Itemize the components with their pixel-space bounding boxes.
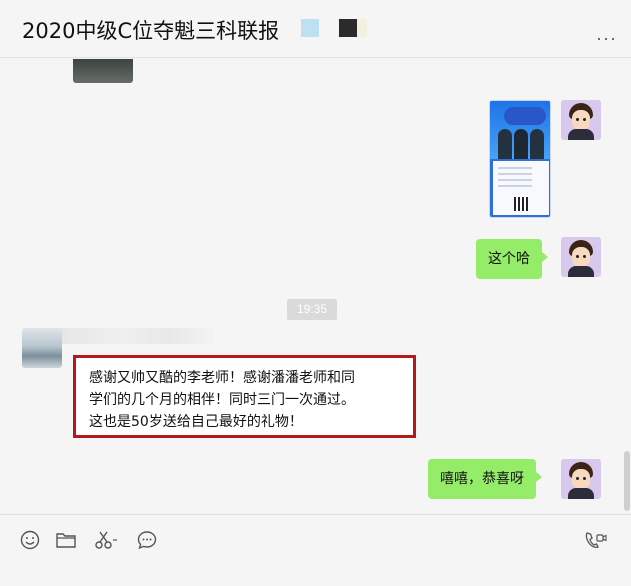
- previous-image-message[interactable]: [73, 59, 133, 83]
- more-dots-icon[interactable]: ···: [596, 28, 617, 49]
- my-avatar[interactable]: [561, 237, 601, 277]
- chat-history-icon[interactable]: [136, 529, 158, 551]
- chat-scrollbar[interactable]: [624, 451, 630, 511]
- my-avatar[interactable]: [561, 100, 601, 140]
- incoming-message-bubble[interactable]: 感谢又帅又酷的李老师！感谢潘潘老师和同 学们的几个月的相伴！同时三门一次通过。 …: [73, 355, 416, 438]
- sender-name-blurred: [60, 328, 214, 344]
- message-line: 学们的几个月的相伴！同时三门一次通过。: [89, 392, 355, 408]
- my-avatar[interactable]: [561, 459, 601, 499]
- timestamp-badge: 19:35: [287, 299, 337, 320]
- scissors-icon[interactable]: [93, 529, 117, 551]
- my-message-bubble[interactable]: 嘻嘻，恭喜呀: [428, 459, 542, 499]
- message-line: 这也是50岁送给自己最好的礼物！: [89, 414, 303, 430]
- chat-header: 2020中级C位夺魁三科联报 ···: [0, 0, 631, 58]
- emoji-icon[interactable]: [19, 529, 41, 551]
- title-emoji-blurred: [301, 19, 319, 37]
- chat-title: 2020中级C位夺魁三科联报: [22, 19, 280, 43]
- title-emoji-blurred: [339, 19, 357, 37]
- folder-icon[interactable]: [55, 529, 77, 551]
- message-line: 感谢又帅又酷的李老师！感谢潘潘老师和同: [89, 370, 355, 386]
- input-toolbar: [0, 514, 631, 586]
- sender-avatar[interactable]: [22, 328, 62, 368]
- poster-image-message[interactable]: [489, 100, 551, 218]
- video-call-icon[interactable]: [583, 529, 607, 551]
- title-emoji-blurred: [357, 19, 367, 37]
- my-message-bubble[interactable]: 这个哈: [476, 239, 548, 279]
- chat-area: 这个哈 19:35 感谢又帅又酷的李老师！感谢潘潘老师和同 学们的几个月的相伴！…: [0, 59, 631, 514]
